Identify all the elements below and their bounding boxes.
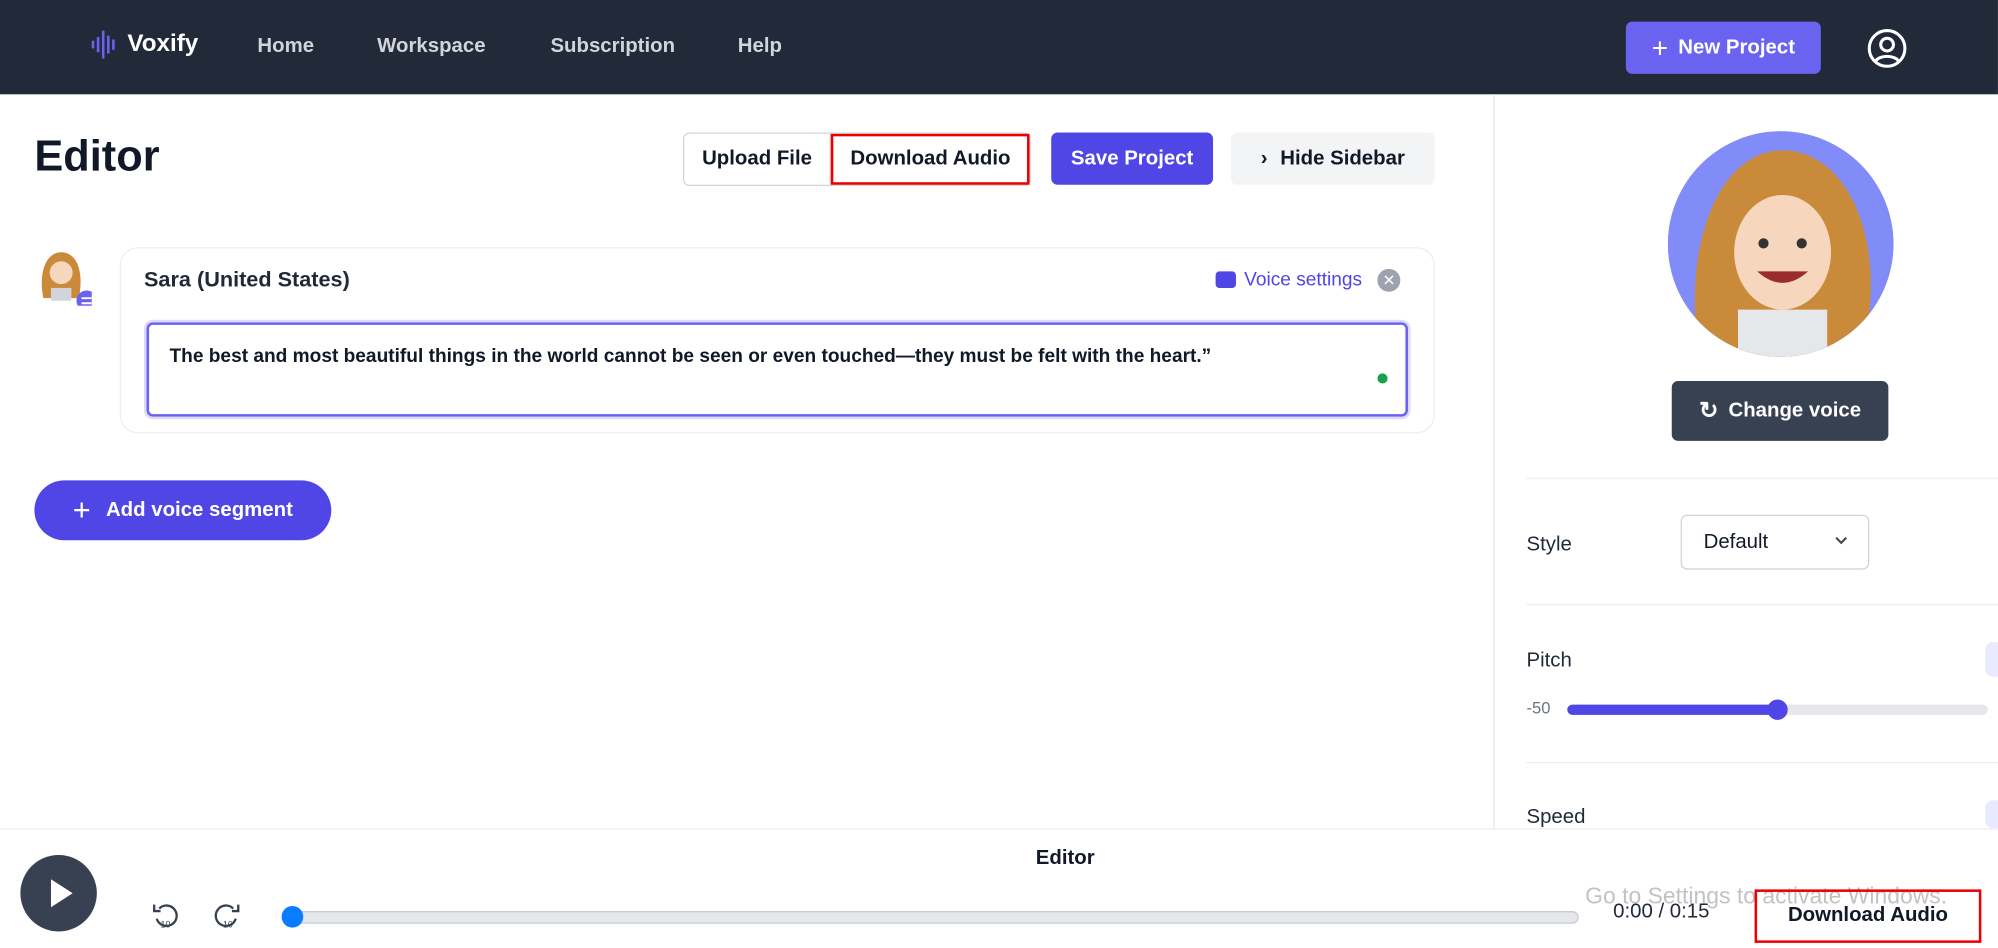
playback-time: 0:00 / 0:15 [1613,900,1710,923]
svg-text:10: 10 [223,920,233,930]
new-project-button[interactable]: + New Project [1625,21,1821,74]
pitch-slider[interactable] [1567,699,1988,720]
user-account-icon[interactable] [1867,28,1908,69]
upload-file-button[interactable]: Upload File [684,133,832,185]
segment-text-input[interactable]: The best and most beautiful things in th… [146,322,1408,417]
playback-thumb[interactable] [281,905,304,928]
pitch-label: Pitch [1526,649,1572,672]
chat-bubble-icon [1216,271,1237,288]
playback-progress-bar[interactable] [281,905,1579,928]
forward-10-icon[interactable]: 10 [212,901,243,932]
chevron-down-icon [1835,536,1848,545]
nav-home[interactable]: Home [257,36,314,59]
voice-segment: Sara (United States) Voice settings ✕ Th… [119,247,1435,434]
player-title: Editor [1035,847,1095,870]
brand-name: Voxify [127,30,199,58]
voice-name: Sara (United States) [143,267,350,292]
plus-icon: + [1651,31,1669,64]
change-voice-label: Change voice [1728,399,1862,422]
refresh-icon: ↻ [1699,397,1719,424]
file-actions: Upload File Download Audio [682,132,1032,187]
divider [1526,761,1998,764]
pitch-min-label: -50 [1526,698,1551,718]
voice-avatar-large [1667,131,1894,357]
nav-help[interactable]: Help [738,36,782,59]
pitch-slider-thumb[interactable] [1767,699,1788,720]
nav-subscription[interactable]: Subscription [550,36,675,59]
voice-avatar[interactable] [36,247,92,306]
waveform-icon [91,30,115,59]
new-project-label: New Project [1678,36,1795,58]
style-label: Style [1526,533,1572,556]
rewind-10-icon[interactable]: 10 [150,901,181,932]
save-project-button[interactable]: Save Project [1051,132,1214,185]
add-voice-segment-label: Add voice segment [105,498,293,521]
svg-text:10: 10 [161,920,171,930]
voice-settings-link[interactable]: Voice settings [1216,269,1362,291]
nav-workspace[interactable]: Workspace [377,36,485,59]
chevron-right-icon: › [1260,147,1268,169]
style-select[interactable]: Default [1680,514,1870,570]
change-voice-button[interactable]: ↻ Change voice [1671,380,1889,441]
pitch-value-box[interactable] [1985,642,1998,677]
divider [1526,477,1998,480]
speed-value-box[interactable] [1985,800,1998,829]
audio-player: Editor 10 10 Go to Settings to activate … [0,828,1998,948]
voice-settings-label: Voice settings [1244,268,1363,291]
style-value: Default [1703,531,1769,554]
pitch-slider-fill [1567,704,1778,715]
brand-logo[interactable]: Voxify [89,30,199,59]
hide-sidebar-button[interactable]: › Hide Sidebar [1230,132,1435,185]
page-title: Editor [34,132,160,181]
hide-sidebar-label: Hide Sidebar [1280,147,1405,169]
divider [1526,603,1998,606]
status-dot [1377,373,1388,384]
plus-icon: + [72,492,91,527]
download-audio-button-player[interactable]: Download Audio [1754,889,1982,943]
download-audio-button[interactable]: Download Audio [831,133,1030,185]
add-voice-segment-button[interactable]: + Add voice segment [34,480,332,541]
top-nav: Voxify Home Workspace Subscription Help … [0,0,1998,95]
speed-label: Speed [1526,806,1586,829]
segment-text: The best and most beautiful things in th… [169,345,1212,367]
close-icon[interactable]: ✕ [1377,268,1401,292]
